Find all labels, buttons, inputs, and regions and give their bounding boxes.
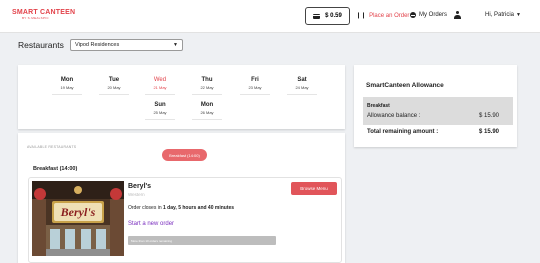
day-name: Tue [108,77,120,83]
nav-place-order[interactable]: ❙❙ Place an Order [356,12,410,20]
day-tab-tue-20[interactable]: Tue 20 May [95,77,133,95]
total-remaining-label: Total remaining amount : [367,129,439,135]
logo-main-text: SMART CANTEEN [12,9,76,16]
orders-remaining-text: More than 10 orders remaining [131,238,173,243]
order-closes-time: 1 day, 5 hours and 40 minutes [163,205,235,211]
browse-menu-button[interactable]: Browse Menu [291,182,337,195]
location-select[interactable]: Vipod Residences ▼ [70,39,183,51]
logo-sub-text: BY S·MEALSPIC [22,16,49,20]
chevron-down-icon: ▼ [516,12,521,18]
meal-section-title: Breakfast (14:00) [33,166,78,172]
smart-canteen-logo[interactable]: SMART CANTEEN BY S·MEALSPIC [12,9,75,20]
meal-time-pill[interactable]: Breakfast (14:00) [162,149,207,161]
orders-icon [410,12,416,18]
restaurants-label: Restaurants [18,40,64,50]
utensils-icon: ❙❙ [356,13,367,19]
order-closes-prefix: Order closes in [128,205,164,211]
nav-my-orders[interactable]: My Orders [410,12,447,18]
day-date: 26 May [200,110,214,115]
day-date: 25 May [153,110,167,115]
restaurant-name[interactable]: Beryl's [128,183,151,190]
allowance-meal-label: Breakfast [367,103,390,109]
day-name: Wed [153,77,167,83]
allowance-balance-label: Allowance balance : [367,113,421,119]
day-date: 24 May [295,85,309,90]
restaurant-image[interactable]: Beryl's [32,181,124,256]
restaurant-cuisine: Western [128,192,145,197]
day-tab-mon-19[interactable]: Mon 19 May [48,77,86,95]
day-date: 19 May [60,85,74,90]
restaurant-sign-text: Beryl's [60,205,96,219]
day-tab-mon-26[interactable]: Mon 26 May [188,102,226,120]
total-remaining-value: $ 15.90 [479,129,500,135]
day-date: 22 May [200,85,214,90]
available-restaurants-label: AVAILABLE RESTAURANTS [27,145,77,149]
day-date: 21 May [153,85,167,90]
balance-button[interactable]: $ 0.59 [305,7,350,25]
day-date: 23 May [248,85,262,90]
credit-card-icon [313,13,321,19]
day-name: Thu [201,77,213,83]
day-tab-sat-24[interactable]: Sat 24 May [283,77,321,95]
day-date: 20 May [107,85,121,90]
orders-remaining-bar: More than 10 orders remaining [128,236,276,245]
day-name: Mon [200,102,214,108]
user-menu[interactable]: Hi, Patricia ▼ [485,12,521,18]
day-tab-wed-21[interactable]: Wed 21 May [141,77,179,95]
nav-place-order-label: Place an Order [369,12,410,19]
user-icon[interactable] [454,11,461,19]
day-tab-fri-23[interactable]: Fri 23 May [236,77,274,95]
day-name: Sat [297,77,307,83]
balance-amount: $ 0.59 [325,13,342,19]
top-bar: SMART CANTEEN BY S·MEALSPIC $ 0.59 ❙❙ Pl… [0,0,540,33]
location-select-value: Vipod Residences [75,42,120,48]
allowance-title: SmartCanteen Allowance [366,82,444,89]
restaurant-photo: Beryl's [32,181,124,256]
allowance-meal-panel [363,97,513,125]
day-selector-card [18,65,345,129]
day-name: Fri [251,77,259,83]
start-new-order-link[interactable]: Start a new order [128,221,174,227]
nav-my-orders-label: My Orders [419,12,448,18]
order-closes-text: Order closes in 1 day, 5 hours and 40 mi… [128,205,234,211]
chevron-down-icon: ▼ [173,42,178,48]
day-name: Mon [60,77,74,83]
day-name: Sun [154,102,166,108]
day-tab-thu-22[interactable]: Thu 22 May [188,77,226,95]
day-tab-sun-25[interactable]: Sun 25 May [141,102,179,120]
allowance-balance-value: $ 15.90 [479,113,500,119]
greeting-text: Hi, Patricia [485,12,515,18]
